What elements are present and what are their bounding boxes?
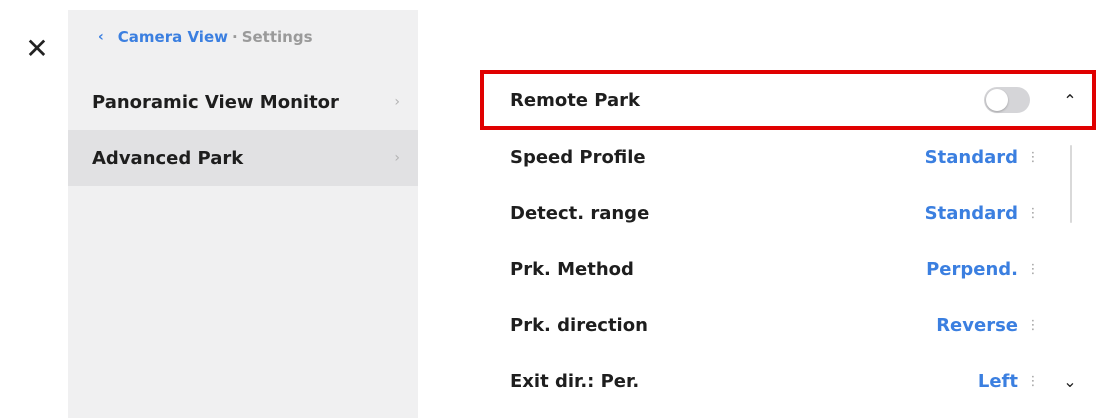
more-options-icon[interactable]: ⋮ [1018, 374, 1048, 389]
breadcrumb-separator: · [231, 28, 238, 46]
more-options-icon[interactable]: ⋮ [1018, 262, 1048, 277]
setting-value[interactable]: Reverse [936, 315, 1018, 336]
setting-row-exit-direction[interactable]: Exit dir.: Per. Left ⋮ ⌄ [510, 353, 1082, 409]
close-icon[interactable]: ✕ [24, 35, 50, 63]
breadcrumb-camera-view-link[interactable]: Camera View [118, 28, 228, 46]
chevron-down-icon[interactable]: ⌄ [1058, 372, 1082, 391]
breadcrumb-current: Settings [241, 28, 313, 46]
setting-value[interactable]: Standard [925, 203, 1018, 224]
setting-label: Exit dir.: Per. [510, 370, 640, 392]
setting-label: Speed Profile [510, 146, 646, 168]
setting-label: Detect. range [510, 202, 650, 224]
settings-screen: ✕ ‹ Camera View · Settings Panoramic Vie… [0, 0, 1097, 418]
setting-row-prk-direction[interactable]: Prk. direction Reverse ⋮ [510, 297, 1082, 353]
scrollbar[interactable] [1070, 145, 1072, 223]
sidebar: ‹ Camera View · Settings Panoramic View … [68, 10, 418, 418]
setting-label: Prk. Method [510, 258, 634, 280]
breadcrumb: ‹ Camera View · Settings [98, 28, 313, 46]
sidebar-item-label: Panoramic View Monitor [92, 91, 339, 113]
setting-value[interactable]: Standard [925, 147, 1018, 168]
setting-row-detect-range[interactable]: Detect. range Standard ⋮ [510, 185, 1082, 241]
highlight-box [480, 70, 1096, 130]
sidebar-item-advanced-park[interactable]: Advanced Park › [68, 130, 418, 186]
more-options-icon[interactable]: ⋮ [1018, 150, 1048, 165]
sidebar-item-label: Advanced Park [92, 147, 244, 169]
setting-label: Prk. direction [510, 314, 648, 336]
setting-row-speed-profile[interactable]: Speed Profile Standard ⋮ [510, 129, 1082, 185]
back-chevron-icon[interactable]: ‹ [98, 29, 104, 45]
setting-value[interactable]: Perpend. [926, 259, 1018, 280]
more-options-icon[interactable]: ⋮ [1018, 318, 1048, 333]
chevron-right-icon: › [394, 150, 400, 166]
chevron-right-icon: › [394, 94, 400, 110]
setting-value[interactable]: Left [978, 371, 1018, 392]
setting-row-prk-method[interactable]: Prk. Method Perpend. ⋮ [510, 241, 1082, 297]
more-options-icon[interactable]: ⋮ [1018, 206, 1048, 221]
sidebar-item-panoramic-view-monitor[interactable]: Panoramic View Monitor › [68, 74, 418, 130]
